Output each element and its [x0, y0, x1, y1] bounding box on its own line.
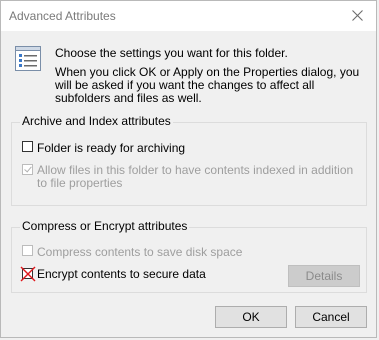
- cancel-button[interactable]: Cancel: [295, 306, 367, 328]
- advanced-attributes-dialog: Advanced Attributes Choose the settings …: [0, 0, 377, 338]
- red-cross-annotation-icon: [20, 266, 36, 282]
- compress-checkbox: [22, 245, 33, 256]
- compress-encrypt-group: Compress or Encrypt attributes Compress …: [11, 219, 367, 293]
- archive-index-group: Archive and Index attributes Folder is r…: [11, 114, 367, 206]
- compress-label: Compress contents to save disk space: [37, 245, 243, 259]
- close-button[interactable]: [340, 1, 376, 31]
- intro-heading: Choose the settings you want for this fo…: [55, 46, 288, 60]
- archive-group-label: Archive and Index attributes: [20, 114, 173, 128]
- encrypt-checkbox[interactable]: [20, 266, 36, 282]
- allow-index-option: Allow files in this folder to have conte…: [22, 164, 358, 190]
- attributes-list-icon: [14, 45, 42, 73]
- window-title: Advanced Attributes: [9, 9, 116, 23]
- title-bar: Advanced Attributes: [1, 1, 376, 31]
- compress-group-label: Compress or Encrypt attributes: [20, 219, 190, 233]
- intro-description: When you click OK or Apply on the Proper…: [55, 65, 360, 105]
- encrypt-option[interactable]: Encrypt contents to secure data: [20, 266, 206, 282]
- allow-index-label: Allow files in this folder to have conte…: [37, 163, 354, 190]
- ready-archiving-label: Folder is ready for archiving: [37, 141, 186, 155]
- details-button: Details: [288, 265, 360, 287]
- compress-option: Compress contents to save disk space: [22, 245, 242, 259]
- encrypt-label: Encrypt contents to secure data: [37, 267, 206, 281]
- allow-index-checkbox: [22, 164, 33, 175]
- ok-button[interactable]: OK: [215, 306, 287, 328]
- ready-archiving-checkbox[interactable]: [22, 141, 33, 152]
- ready-archiving-option[interactable]: Folder is ready for archiving: [22, 141, 185, 155]
- close-icon: [352, 10, 363, 21]
